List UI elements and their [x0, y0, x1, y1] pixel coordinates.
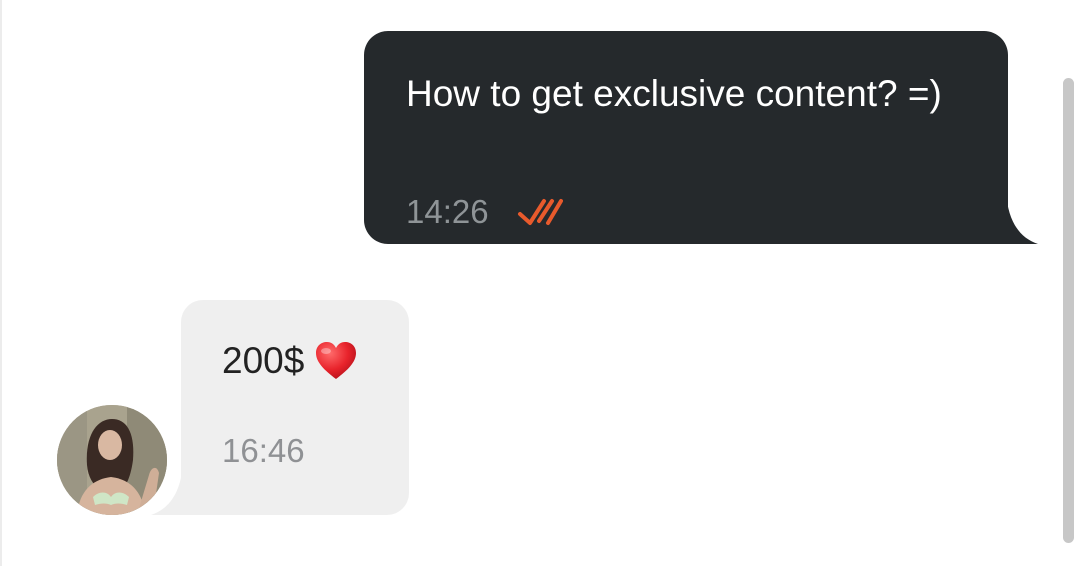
- message-meta: 14:26: [406, 193, 563, 231]
- message-text: 200$: [222, 340, 305, 381]
- outgoing-message-bubble[interactable]: How to get exclusive content? =) 14:26: [364, 31, 1038, 244]
- contact-avatar[interactable]: [57, 405, 167, 515]
- double-check-read-icon: [517, 197, 563, 227]
- message-time: 14:26: [406, 193, 489, 230]
- red-heart-icon: [314, 341, 358, 381]
- incoming-message-bubble[interactable]: 200$ 16:46: [151, 300, 409, 515]
- message-text: How to get exclusive content? =): [406, 73, 942, 114]
- chat-view: How to get exclusive content? =) 14:26 2…: [0, 0, 1080, 566]
- message-content: 200$: [222, 340, 358, 382]
- bubble-tail: [1006, 192, 1038, 244]
- scrollbar-thumb[interactable]: [1063, 78, 1074, 543]
- message-time: 16:46: [222, 432, 305, 469]
- scrollbar[interactable]: [1058, 0, 1080, 566]
- divider: [0, 0, 2, 566]
